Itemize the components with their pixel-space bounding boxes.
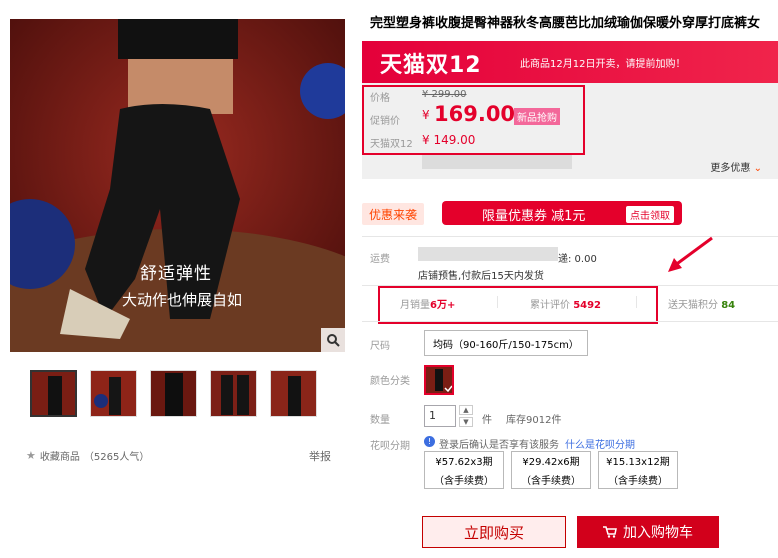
decrease-button[interactable]: ▼ <box>459 417 473 427</box>
size-option[interactable]: 均码（90-160斤/150-175cm） <box>424 330 588 356</box>
star-icon: ★ <box>26 449 36 462</box>
promo-price: 169.00 <box>434 102 516 126</box>
quantity-unit: 件 <box>482 415 492 426</box>
thumbnail-strip <box>30 370 317 417</box>
points-label: 送天猫积分 <box>668 300 718 311</box>
double12-price-label: 天猫双12 <box>370 139 413 150</box>
chevron-down-icon: ⌄ <box>753 163 762 174</box>
magnifier-icon <box>327 334 340 347</box>
installment-plan[interactable]: ¥29.42x6期 （含手续费） <box>511 451 591 489</box>
image-caption-sub: 大动作也伸展自如 <box>122 291 243 309</box>
divider <box>636 296 637 308</box>
tmall-points: 送天猫积分 84 <box>668 296 735 311</box>
monthly-sales-label: 月销量 <box>400 300 430 311</box>
review-count-value: 5492 <box>573 300 602 311</box>
double12-logo: 天猫双12 <box>380 53 482 78</box>
size-label: 尺码 <box>370 341 390 352</box>
more-offers-link[interactable]: 更多优惠 ⌄ <box>710 159 762 174</box>
double12-price: ¥ 149.00 <box>422 133 476 147</box>
price-panel: 价格 ¥ 299.00 促销价 ¥ 169.00 新品抢购 天猫双12 ¥ 14… <box>362 83 778 179</box>
color-label: 颜色分类 <box>370 376 410 387</box>
thumbnail[interactable] <box>210 370 257 417</box>
review-count-label: 累计评价 <box>530 300 570 311</box>
quantity-label: 数量 <box>370 415 390 426</box>
plan-fee: （含手续费） <box>521 476 581 487</box>
plan-fee: （含手续费） <box>434 476 494 487</box>
product-title: 完型塑身裤收腹提臀神器秋冬高腰芭比加绒瑜伽保暖外穿厚打底裤女 <box>370 16 761 31</box>
image-caption-main: 舒适弹性 <box>140 264 212 284</box>
promotion-tag: 优惠来袭 <box>362 203 424 225</box>
thumbnail[interactable] <box>90 370 137 417</box>
info-icon: ! <box>424 436 435 447</box>
zoom-button[interactable] <box>321 328 345 352</box>
add-to-cart-button[interactable]: 加入购物车 <box>577 516 719 548</box>
promo-price-label: 促销价 <box>370 116 400 127</box>
shipping-note: 店铺预售,付款后15天内发货 <box>418 271 544 282</box>
coupon-bar[interactable]: 限量优惠券 减1元 点击领取 <box>442 201 682 225</box>
main-product-image[interactable]: 舒适弹性 大动作也伸展自如 <box>10 19 345 352</box>
coupon-text: 限量优惠券 减1元 <box>482 209 586 224</box>
plan-price: ¥57.62x3期 <box>435 457 493 468</box>
divider <box>497 296 498 308</box>
favorite-link[interactable]: ★ 收藏商品 （5265人气） <box>26 448 149 463</box>
cart-icon <box>603 526 617 538</box>
original-price-label: 价格 <box>370 93 390 104</box>
banner-notice: 此商品12月12日开卖，请提前加购！ <box>520 59 686 70</box>
installment-label: 花呗分期 <box>370 441 410 452</box>
plan-price: ¥29.42x6期 <box>522 457 580 468</box>
shipping-fee: 递: 0.00 <box>558 254 597 265</box>
installment-notice: 登录后确认是否享有该服务 <box>439 440 559 451</box>
installment-plan[interactable]: ¥15.13x12期 （含手续费） <box>598 451 678 489</box>
buy-now-button[interactable]: 立即购买 <box>422 516 566 548</box>
currency-symbol: ¥ <box>422 108 430 122</box>
more-offers-label: 更多优惠 <box>710 163 751 174</box>
review-count[interactable]: 累计评价 5492 <box>530 296 601 311</box>
thumbnail[interactable] <box>30 370 77 417</box>
thumbnail[interactable] <box>150 370 197 417</box>
shipping-label: 运费 <box>370 254 390 265</box>
points-value: 84 <box>721 300 736 311</box>
monthly-sales-value: 6万+ <box>430 300 456 311</box>
favorite-count: （5265人气） <box>83 452 150 463</box>
quantity-input[interactable]: 1 <box>424 405 456 427</box>
double12-banner: 天猫双12 此商品12月12日开卖，请提前加购！ <box>362 41 778 83</box>
installment-plan[interactable]: ¥57.62x3期 （含手续费） <box>424 451 504 489</box>
thumbnail[interactable] <box>270 370 317 417</box>
stock-count: 库存9012件 <box>506 415 562 426</box>
color-option[interactable] <box>424 365 454 395</box>
plan-fee: （含手续费） <box>608 476 668 487</box>
plan-price: ¥15.13x12期 <box>606 457 670 468</box>
annotation-arrow <box>668 236 713 272</box>
promo-badge: 新品抢购 <box>514 108 560 125</box>
divider <box>362 321 778 322</box>
installment-help-link[interactable]: 什么是花呗分期 <box>565 436 635 451</box>
monthly-sales: 月销量6万+ <box>400 296 455 311</box>
report-link[interactable]: 举报 <box>309 448 331 464</box>
increase-button[interactable]: ▲ <box>459 405 473 415</box>
add-to-cart-label: 加入购物车 <box>623 525 693 541</box>
original-price: ¥ 299.00 <box>422 89 467 100</box>
blurred-text <box>418 247 558 261</box>
blurred-text <box>422 155 572 169</box>
claim-coupon-button[interactable]: 点击领取 <box>626 206 674 223</box>
favorite-label: 收藏商品 <box>39 452 80 463</box>
